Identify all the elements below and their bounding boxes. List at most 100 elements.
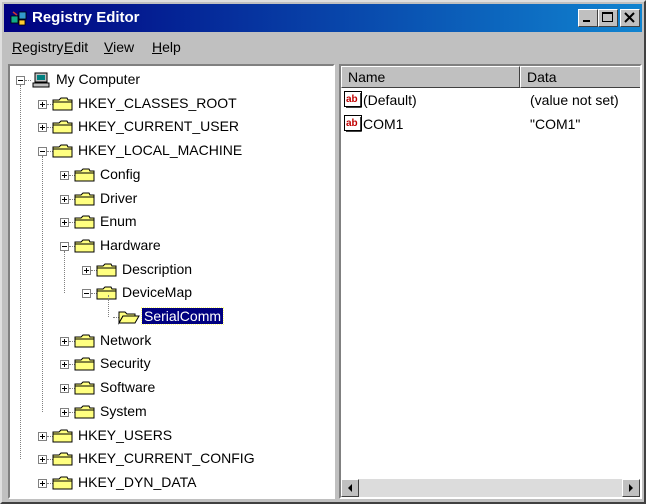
menu-bar: Registry Edit View Help (4, 34, 642, 60)
folder-icon (52, 144, 73, 158)
registry-app-icon (10, 11, 27, 26)
open-folder-icon (118, 311, 140, 325)
collapse-toggle[interactable] (16, 76, 25, 85)
values-list[interactable]: Name Data ab (Default) (value not set) ab CO… (339, 64, 642, 499)
arrow-left-icon (348, 484, 352, 492)
registry-key-tree[interactable]: My Computer HKEY_CLASSES_ROOT HKEY_CURRENT… (8, 64, 335, 499)
tree-node-label: HKEY_CURRENT_CONFIG (78, 450, 255, 467)
tree-node-label: Network (100, 331, 152, 348)
scroll-left-button[interactable] (341, 479, 359, 497)
tree-node-label: SerialComm (140, 307, 225, 325)
value-row[interactable]: ab COM1 "COM1" (341, 113, 640, 135)
minimize-button[interactable] (578, 9, 598, 27)
menu-registry[interactable]: Registry (12, 39, 63, 55)
expand-toggle[interactable] (82, 265, 91, 275)
folder-icon (52, 429, 73, 442)
expand-toggle[interactable] (60, 194, 69, 204)
tree-node-label: HKEY_LOCAL_MACHINE (78, 142, 243, 159)
menu-mnemonic: H (152, 39, 163, 55)
tree-node-hkey-current-user[interactable]: HKEY_CURRENT_USER (10, 116, 333, 138)
value-name: COM1 (363, 116, 404, 132)
collapse-toggle[interactable] (38, 147, 47, 157)
folder-icon (74, 192, 95, 205)
toggle-plus-bar (42, 480, 43, 486)
value-row[interactable]: ab (Default) (value not set) (341, 89, 640, 111)
toggle-plus-bar (64, 172, 65, 178)
tree-node-label: Enum (100, 213, 137, 230)
tree-node-label: DeviceMap (122, 284, 193, 301)
tree-node-hkey-current-config[interactable]: HKEY_CURRENT_CONFIG (10, 448, 333, 470)
toggle-plus-bar (42, 101, 43, 107)
menu-view[interactable]: View (104, 39, 134, 55)
toggle-minus-bar (18, 80, 23, 81)
expand-toggle[interactable] (38, 123, 47, 133)
string-value-icon: ab (344, 115, 362, 132)
tree-node-label: HKEY_USERS (78, 426, 173, 443)
menu-label-rest: iew (113, 39, 135, 55)
value-data: (value not set) (530, 92, 619, 108)
expand-toggle[interactable] (38, 99, 47, 109)
tree-node-system[interactable]: System (10, 401, 333, 423)
expand-toggle[interactable] (38, 478, 47, 488)
column-header-data[interactable]: Data (520, 66, 640, 88)
folder-icon (52, 120, 73, 134)
tree-node-description[interactable]: Description (10, 259, 333, 281)
toggle-plus-bar (64, 338, 65, 344)
expand-toggle[interactable] (60, 170, 69, 180)
menu-mnemonic: V (104, 39, 114, 55)
expand-toggle[interactable] (60, 360, 69, 370)
tree-node-hardware[interactable]: Hardware (10, 235, 333, 257)
collapse-toggle[interactable] (82, 289, 91, 299)
tree-node-enum[interactable]: Enum (10, 211, 333, 233)
tree-node-serialcomm[interactable]: SerialComm (10, 295, 333, 328)
tree-node-network[interactable]: Network (10, 330, 333, 352)
folder-icon (74, 357, 95, 371)
toggle-plus-bar (42, 433, 43, 439)
toggle-plus-bar (64, 362, 65, 368)
tree-node-label: Hardware (100, 236, 161, 253)
menu-help[interactable]: Help (152, 39, 181, 55)
close-button[interactable] (620, 9, 640, 27)
tree-node-software[interactable]: Software (10, 377, 333, 399)
tree-node-hkey-local-machine[interactable]: HKEY_LOCAL_MACHINE (10, 140, 333, 162)
horizontal-scrollbar[interactable] (341, 479, 640, 497)
svg-text:ab: ab (346, 118, 358, 129)
expand-toggle[interactable] (38, 431, 47, 441)
svg-text:ab: ab (346, 94, 358, 105)
collapse-toggle[interactable] (60, 241, 69, 251)
maximize-button[interactable] (598, 9, 618, 27)
value-data: "COM1" (530, 116, 581, 132)
tree-node-label: Description (122, 260, 193, 277)
expand-toggle[interactable] (38, 455, 47, 465)
expand-toggle[interactable] (60, 407, 69, 417)
expand-toggle[interactable] (60, 384, 69, 394)
tree-node-hkey-dyn-data[interactable]: HKEY_DYN_DATA (10, 472, 333, 494)
folder-icon (96, 263, 117, 277)
folder-icon (74, 215, 95, 229)
tree-node-driver[interactable]: Driver (10, 188, 333, 210)
tree-node-hkey-classes-root[interactable]: HKEY_CLASSES_ROOT (10, 93, 333, 115)
computer-icon (32, 72, 50, 88)
toggle-minus-bar (40, 151, 45, 153)
tree-node-hkey-users[interactable]: HKEY_USERS (10, 425, 333, 447)
toggle-plus-bar (64, 409, 65, 415)
title-bar[interactable]: Registry Editor (4, 4, 642, 32)
tree-node-devicemap[interactable]: DeviceMap (10, 282, 333, 304)
value-name: (Default) (363, 92, 417, 108)
tree-node-config[interactable]: Config (10, 164, 333, 186)
menu-label-rest: dit (73, 39, 89, 55)
column-header-name[interactable]: Name (341, 66, 520, 88)
toggle-plus-bar (86, 267, 87, 273)
string-value-icon: ab (344, 91, 362, 108)
expand-toggle[interactable] (60, 336, 69, 346)
expand-toggle[interactable] (60, 218, 69, 228)
scroll-right-button[interactable] (622, 479, 640, 497)
menu-label-rest: egistry (22, 39, 64, 55)
tree-node-label: Driver (100, 189, 138, 206)
tree-node-my computer[interactable]: My Computer (10, 69, 333, 91)
tree-node-security[interactable]: Security (10, 353, 333, 375)
tree-node-label: HKEY_CURRENT_USER (78, 118, 240, 135)
menu-label-rest: elp (162, 39, 181, 55)
menu-edit[interactable]: Edit (64, 39, 88, 55)
toggle-plus-bar (64, 386, 65, 392)
